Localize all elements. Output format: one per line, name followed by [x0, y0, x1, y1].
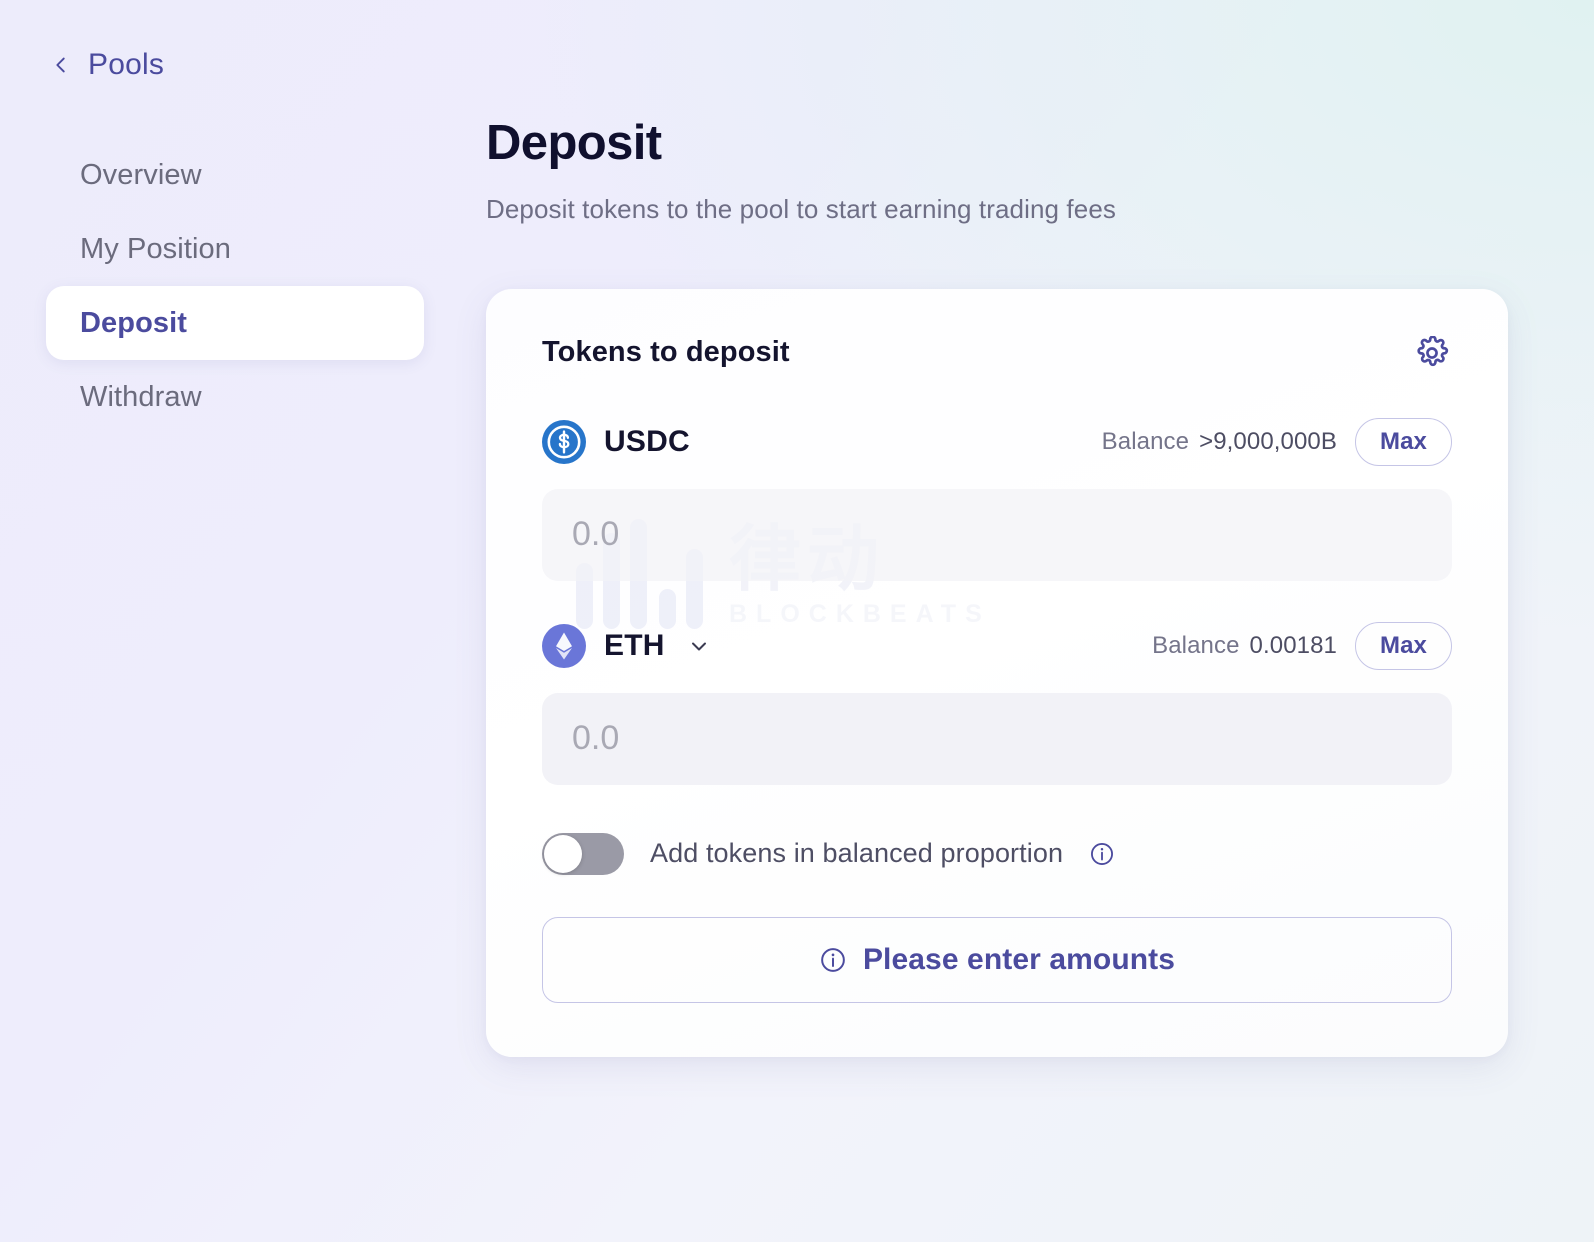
sidebar-item-label: Overview — [80, 158, 202, 191]
main-content: Deposit Deposit tokens to the pool to st… — [486, 116, 1516, 1057]
card-header: Tokens to deposit — [542, 333, 1452, 373]
balance-label: Balance — [1152, 631, 1240, 659]
deposit-card: 律动 BLOCKBEATS Tokens to deposit — [486, 288, 1508, 1057]
balance-value: 0.00181 — [1249, 631, 1337, 659]
sidebar-item-deposit[interactable]: Deposit — [46, 286, 424, 360]
token-symbol: ETH — [604, 628, 665, 662]
sidebar-item-label: Withdraw — [80, 380, 202, 413]
token-balance-area: Balance >9,000,000B Max — [1102, 417, 1452, 466]
sidebar-item-label: My Position — [80, 232, 231, 265]
token-identity: USDC — [542, 419, 690, 464]
token-identity: ETH — [542, 623, 711, 668]
card-title: Tokens to deposit — [542, 336, 790, 369]
app-root: Pools Overview My Position Deposit Withd… — [0, 0, 1594, 1242]
back-to-pools-link[interactable]: Pools — [46, 44, 170, 86]
settings-button[interactable] — [1412, 333, 1452, 373]
token-balance-area: Balance 0.00181 Max — [1152, 621, 1452, 670]
submit-button-label: Please enter amounts — [862, 942, 1176, 976]
max-button-eth[interactable]: Max — [1355, 621, 1452, 670]
sidebar-item-label: Deposit — [80, 306, 188, 339]
sidebar-nav: Overview My Position Deposit Withdraw — [46, 138, 424, 434]
token-block-eth: ETH Balance 0.00181 Max — [542, 621, 1452, 785]
sidebar: Pools Overview My Position Deposit Withd… — [0, 0, 470, 434]
token-block-usdc: USDC Balance >9,000,000B Max — [542, 417, 1452, 581]
page-subtitle: Deposit tokens to the pool to start earn… — [486, 193, 1116, 224]
token-row: ETH Balance 0.00181 Max — [542, 621, 1452, 671]
balanced-proportion-row: Add tokens in balanced proportion — [542, 832, 1452, 875]
info-icon — [821, 948, 845, 972]
amount-input-usdc[interactable] — [542, 488, 1452, 581]
sidebar-item-withdraw[interactable]: Withdraw — [46, 360, 424, 434]
usdc-icon — [542, 419, 586, 464]
sidebar-item-my-position[interactable]: My Position — [46, 212, 424, 286]
token-balance: Balance >9,000,000B — [1102, 428, 1337, 456]
info-icon[interactable] — [1089, 841, 1115, 867]
balance-label: Balance — [1101, 427, 1190, 455]
sidebar-item-overview[interactable]: Overview — [46, 138, 424, 212]
chevron-down-icon[interactable] — [687, 634, 711, 658]
amount-input-eth[interactable] — [542, 692, 1452, 785]
gear-icon — [1417, 335, 1449, 367]
submit-deposit-button[interactable]: Please enter amounts — [542, 916, 1452, 1003]
back-link-label: Pools — [88, 48, 165, 81]
balanced-proportion-toggle[interactable] — [542, 832, 624, 875]
token-balance: Balance 0.00181 — [1152, 632, 1337, 660]
toggle-knob — [544, 834, 582, 873]
balanced-proportion-label: Add tokens in balanced proportion — [650, 838, 1064, 869]
max-button-usdc[interactable]: Max — [1355, 417, 1452, 466]
token-symbol: USDC — [604, 424, 690, 458]
eth-icon — [542, 623, 586, 668]
token-row: USDC Balance >9,000,000B Max — [542, 417, 1452, 467]
chevron-left-icon — [56, 57, 65, 73]
page-title: Deposit — [486, 116, 662, 170]
balance-value: >9,000,000B — [1199, 427, 1337, 455]
